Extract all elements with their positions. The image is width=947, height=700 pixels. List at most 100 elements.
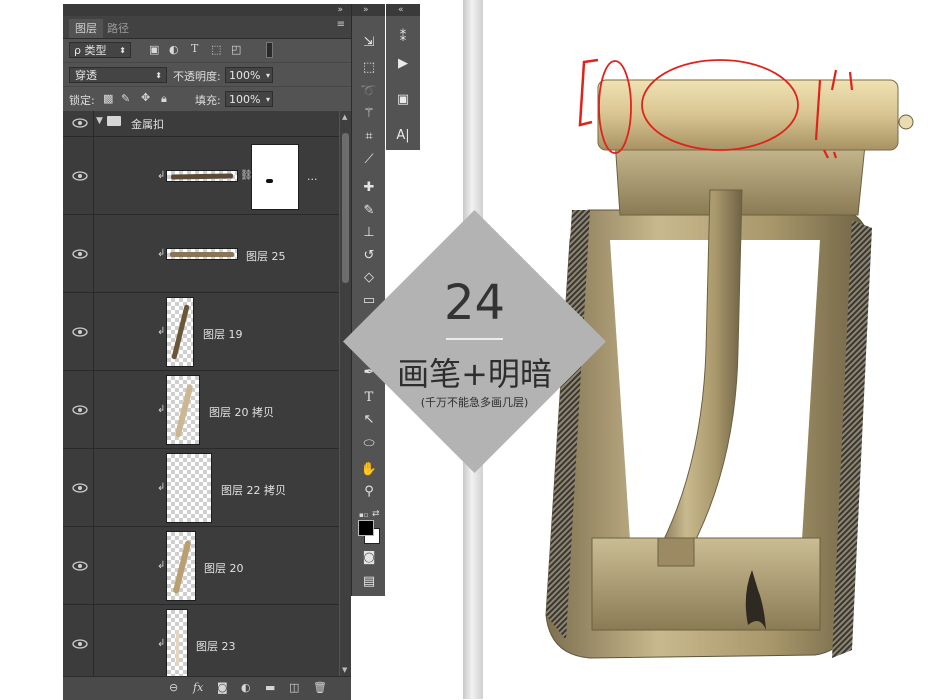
layer-thumbnail <box>166 453 212 523</box>
tab-paths[interactable]: 路径 <box>107 19 129 38</box>
lock-transparency-icon[interactable]: ▩ <box>103 92 113 105</box>
trash-icon[interactable]: 🗑︎ <box>313 681 327 694</box>
stroke-preview <box>176 630 179 666</box>
buckle-rivet <box>898 114 914 130</box>
mask-icon[interactable]: ◙ <box>217 681 228 694</box>
eye-icon[interactable] <box>72 171 88 181</box>
layer-row[interactable]: ↲ 图层 22 拷贝 <box>63 449 339 527</box>
lock-position-icon[interactable]: ✥ <box>141 91 150 104</box>
new-layer-icon[interactable]: ◫ <box>289 681 299 694</box>
layer-more-ellipsis: ... <box>307 170 318 183</box>
screen-mode-icon[interactable]: ▤ <box>358 572 380 592</box>
magic-wand-tool-icon[interactable]: ⚚ <box>358 104 380 124</box>
fill-value: 100% <box>229 93 261 106</box>
lock-row: 锁定: ▩ ✎ ✥ 🔒︎ 填充: 100% ▾ <box>63 86 351 111</box>
layer-row[interactable]: ↲ 图层 25 <box>63 215 339 293</box>
default-colors-icon[interactable]: ▪▫ <box>359 511 369 519</box>
stroke-preview <box>174 384 194 438</box>
collapse-icon[interactable]: » <box>337 4 343 16</box>
tab-layers[interactable]: 图层 <box>69 19 103 38</box>
layer-thumbnail <box>166 248 238 260</box>
stroke-preview <box>170 173 234 180</box>
layer-name: 图层 25 <box>246 250 286 263</box>
stroke-preview <box>170 252 234 257</box>
layer-name: 图层 20 拷贝 <box>209 406 274 419</box>
adjustment-icon[interactable]: ◐ <box>241 681 251 694</box>
layer-thumbnail <box>166 531 196 601</box>
fx-icon[interactable]: fx <box>193 681 203 694</box>
eye-icon[interactable] <box>72 639 88 649</box>
group-row-metal-buckle[interactable]: ▼ 金属扣 <box>63 111 339 137</box>
link-icon[interactable]: ⊖ <box>169 681 178 694</box>
layer-mask-thumbnail[interactable] <box>251 144 299 210</box>
foreground-color-swatch[interactable] <box>358 520 374 536</box>
toolbar-collapse-strip[interactable]: » <box>352 4 385 16</box>
eye-icon[interactable] <box>72 118 88 128</box>
folder-icon[interactable]: ▬ <box>265 681 275 694</box>
opacity-input[interactable]: 100% ▾ <box>225 67 273 83</box>
history-panel-icon[interactable]: ⁑ <box>393 28 413 48</box>
layers-list: ▼ 金属扣 ↲ ⛓︎ ... ↲ 图层 25 ↲ 图层 19 ↲ 图层 20 拷… <box>63 111 339 676</box>
layer-name: 图层 22 拷贝 <box>221 484 286 497</box>
expand-triangle-icon[interactable]: ▼ <box>96 116 103 126</box>
type-filter-icon[interactable]: T <box>191 42 198 55</box>
eye-icon[interactable] <box>72 405 88 415</box>
buckle-bottom-bar <box>591 537 821 631</box>
layer-name: 图层 19 <box>203 328 243 341</box>
layer-row[interactable]: ↲ 图层 23 <box>63 605 339 676</box>
eye-icon[interactable] <box>72 561 88 571</box>
collapse-icon[interactable]: » <box>363 4 369 16</box>
opacity-label: 不透明度: <box>173 70 221 83</box>
clipping-arrow-icon: ↲ <box>157 404 166 415</box>
scroll-down-icon[interactable]: ▼ <box>342 666 347 674</box>
lock-brush-icon[interactable]: ✎ <box>121 92 130 105</box>
healing-brush-tool-icon[interactable]: ✚ <box>358 178 380 198</box>
blend-mode-select[interactable]: 穿透 ⬍ <box>69 67 167 83</box>
quick-mask-icon[interactable]: ◙ <box>358 548 380 568</box>
marquee-tool-icon[interactable]: ⬚ <box>358 58 380 78</box>
layer-row[interactable]: ↲ 图层 20 拷贝 <box>63 371 339 449</box>
layer-name: 图层 20 <box>204 562 244 575</box>
smart-object-filter-icon[interactable]: ◰ <box>231 43 241 56</box>
scroll-up-icon[interactable]: ▲ <box>342 113 347 121</box>
group-name: 金属扣 <box>131 118 164 131</box>
chevron-down-icon[interactable]: ▾ <box>266 92 270 108</box>
move-tool-icon[interactable]: ⇲ <box>358 33 380 53</box>
swap-colors-icon[interactable]: ⇄ <box>372 509 380 519</box>
zoom-tool-icon[interactable]: ⚲ <box>358 482 380 502</box>
eyedropper-tool-icon[interactable]: ⟋ <box>358 150 380 170</box>
layer-row[interactable]: ↲ 图层 19 <box>63 293 339 371</box>
adjustment-filter-icon[interactable]: ◐ <box>169 43 179 56</box>
pixel-filter-icon[interactable]: ▣ <box>149 43 159 56</box>
clipping-arrow-icon: ↲ <box>157 170 166 181</box>
shape-filter-icon[interactable]: ⬚ <box>211 43 221 56</box>
eye-icon[interactable] <box>72 483 88 493</box>
chevron-down-icon[interactable]: ▾ <box>266 68 270 84</box>
opacity-value: 100% <box>229 69 261 82</box>
panel-collapse-strip[interactable]: » <box>63 4 351 16</box>
blend-row: 穿透 ⬍ 不透明度: 100% ▾ <box>63 62 351 87</box>
character-panel-icon[interactable]: A| <box>393 126 413 146</box>
properties-panel-icon[interactable]: ▣ <box>393 90 413 110</box>
lock-label: 锁定: <box>69 94 95 107</box>
layer-row[interactable]: ↲ ⛓︎ ... <box>63 137 339 215</box>
crop-tool-icon[interactable]: ⌗ <box>358 127 380 147</box>
panel-menu-icon[interactable]: ≡ <box>337 19 345 30</box>
lasso-tool-icon[interactable]: ➰ <box>358 82 380 102</box>
clipping-arrow-icon: ↲ <box>157 638 166 649</box>
annotation-red-bracket <box>578 58 599 127</box>
buckle-prong-slot <box>657 537 695 567</box>
actions-play-icon[interactable]: ▶ <box>393 54 413 74</box>
filter-type-select[interactable]: ρ 类型 ⬍ <box>69 42 131 58</box>
layer-row[interactable]: ↲ 图层 20 <box>63 527 339 605</box>
eye-icon[interactable] <box>72 249 88 259</box>
lock-all-icon[interactable]: 🔒︎ <box>161 92 167 106</box>
collapse-icon[interactable]: « <box>398 4 404 16</box>
filter-toggle-switch[interactable] <box>266 42 273 58</box>
step-badge: 24 画笔+明暗 (千万不能急多画几层) <box>343 210 606 473</box>
fill-input[interactable]: 100% ▾ <box>225 91 273 107</box>
mini-panel-strip[interactable]: « <box>386 4 420 16</box>
eye-icon[interactable] <box>72 327 88 337</box>
mask-mark <box>266 179 273 183</box>
collapsed-panels: « ⁑ ▶ ▣ A| <box>386 4 420 150</box>
